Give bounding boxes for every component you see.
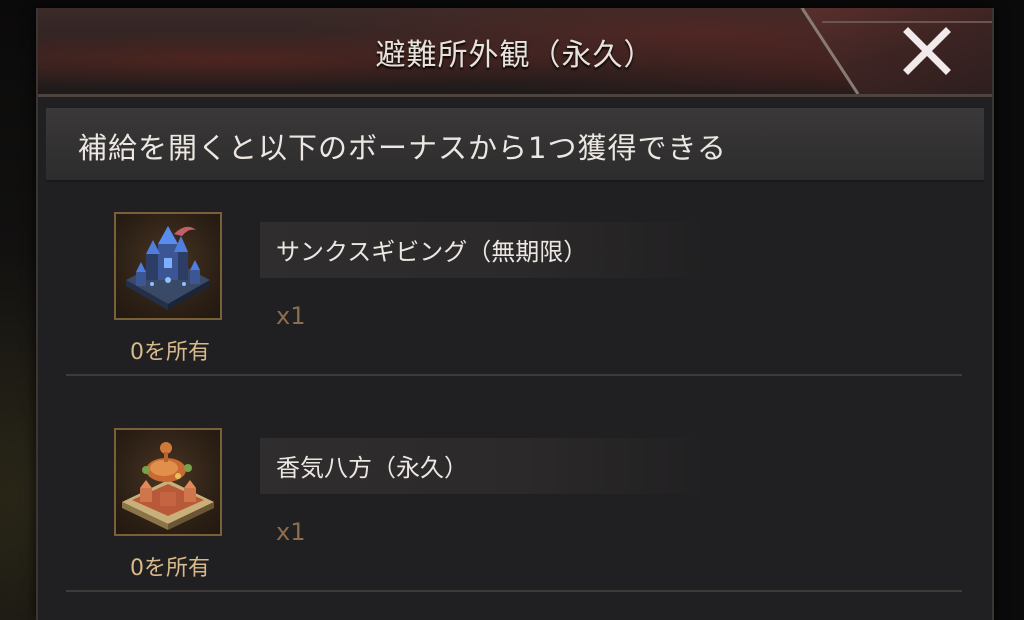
reward-icon-frame[interactable] [114,212,222,320]
reward-name: 香気八方（永久） [276,454,468,482]
reward-icon-frame[interactable] [114,428,222,536]
reward-item: 0を所有 サンクスギビング（無期限） x1 [66,210,962,410]
reward-name: サンクスギビング（無期限） [276,238,588,266]
reward-quantity: x1 [276,302,306,330]
close-x-icon [903,27,951,75]
reward-quantity: x1 [276,518,306,546]
reward-item: 0を所有 香気八方（永久） x1 [66,426,962,620]
owned-count: 0を所有 [130,340,210,365]
dialog-header: 避難所外観（永久） [38,8,992,97]
owned-count: 0を所有 [130,556,210,581]
reward-name-bar: 香気八方（永久） [260,438,700,494]
orange-castle-icon [122,442,214,530]
close-button[interactable] [900,24,954,78]
info-banner: 補給を開くと以下のボーナスから1つ獲得できる [46,108,984,182]
reward-name-bar: サンクスギビング（無期限） [260,222,700,278]
dialog-title: 避難所外観（永久） [375,38,655,73]
blue-castle-icon [126,226,210,310]
info-text: 補給を開くと以下のボーナスから1つ獲得できる [78,131,727,165]
appearance-dialog: 避難所外観（永久） 補給を開くと以下のボーナスから1つ獲得できる 0を所有 サン… [36,8,994,620]
row-divider [66,374,962,376]
row-divider [66,590,962,592]
